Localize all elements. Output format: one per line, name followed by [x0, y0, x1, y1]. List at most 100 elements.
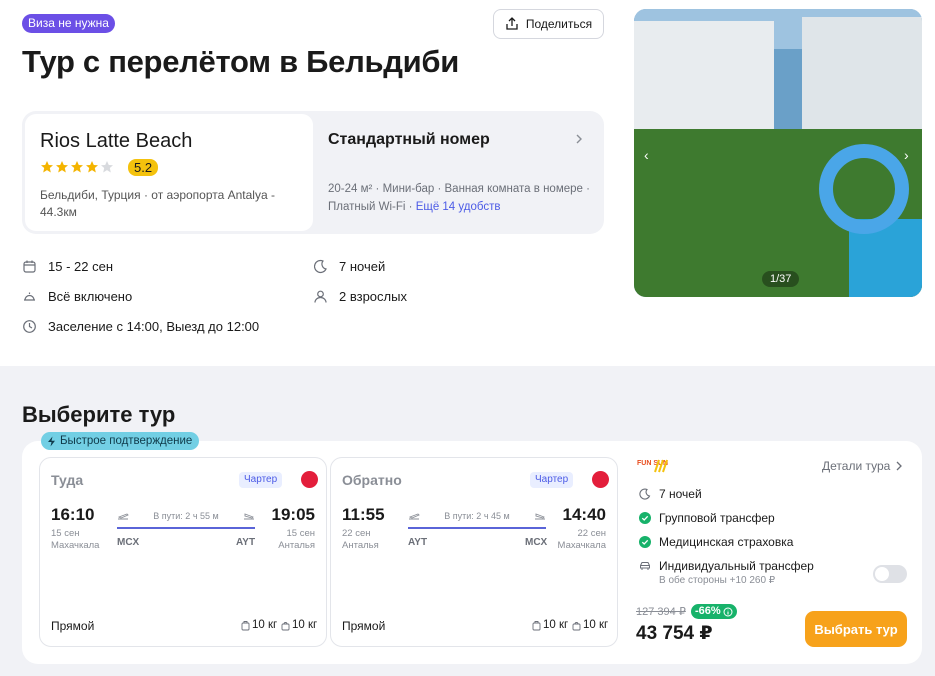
info-icon[interactable]	[723, 607, 733, 617]
suitcase-icon	[532, 620, 541, 630]
tour-details-link[interactable]: Детали тура	[822, 459, 903, 473]
trip-checkin: Заселение с 14:00, Выезд до 12:00	[22, 319, 259, 334]
tour-selection-section: Выберите тур Туда Чартер 16:10 15 сен Ма…	[0, 366, 935, 676]
option-individual-text: Индивидуальный трансфер	[659, 559, 814, 573]
trip-guests-text: 2 взрослых	[339, 289, 407, 304]
baggage-weight: 10 кг	[543, 619, 569, 631]
star-icon	[71, 161, 83, 173]
option-transfer-text: Групповой трансфер	[659, 511, 775, 525]
arrival-code: MCX	[525, 537, 548, 548]
charter-badge[interactable]: Чартер	[530, 472, 574, 488]
arrival-city: Махачкала	[557, 540, 606, 551]
suitcase-icon	[241, 620, 250, 630]
option-individual-content: Индивидуальный трансфер В обе стороны +1…	[659, 559, 814, 586]
gallery-next-button[interactable]: ›	[904, 147, 909, 163]
meal-cloche-icon	[24, 292, 35, 301]
hotel-stars	[40, 160, 114, 174]
hotel-location: Бельдиби, Турция · от аэропорта Antalya …	[40, 188, 275, 219]
rating-badge: 5.2	[128, 159, 159, 176]
tour-operator-logo: FUN SUN	[637, 459, 668, 473]
flight-duration: В пути: 2 ч 55 м	[153, 511, 219, 521]
trip-nights: 7 ночей	[313, 259, 385, 274]
photo-waterslide	[819, 144, 909, 234]
arrival-code: AYT	[236, 537, 256, 548]
baggage-weight: 10 кг	[252, 619, 278, 631]
return-flight: Обратно Чартер 11:55 22 сен Анталья В пу…	[330, 457, 618, 647]
airline-logo	[301, 471, 318, 488]
trip-nights-text: 7 ночей	[339, 259, 386, 274]
flight-duration: В пути: 2 ч 45 м	[444, 511, 510, 521]
star-icon	[56, 161, 68, 173]
star-icon	[41, 161, 53, 173]
departure-time: 16:10	[51, 505, 95, 524]
person-icon	[314, 290, 327, 303]
star-icon	[86, 161, 98, 173]
trip-dates: 15 - 22 сен	[22, 259, 113, 274]
arrival-time: 14:40	[562, 505, 606, 524]
hotel-photo-gallery[interactable]: ‹ › 1/37	[634, 9, 922, 297]
trip-meals-text: Всё включено	[48, 289, 133, 304]
departure-date: 15 сен	[51, 528, 80, 539]
option-nights-text: 7 ночей	[659, 487, 702, 501]
check-circle-icon	[639, 536, 651, 548]
option-transfer: Групповой трансфер	[639, 511, 775, 525]
fast-confirmation-badge: Быстрое подтверждение	[41, 432, 200, 450]
page-title: Тур с перелётом в Бельдиби	[22, 44, 459, 79]
individual-transfer-toggle[interactable]	[873, 565, 907, 583]
clock-icon	[23, 320, 36, 333]
chevron-right-icon	[896, 461, 903, 471]
hand-luggage-weight: 10 кг	[583, 619, 609, 631]
tour-price: 43 754 ₽	[636, 623, 713, 644]
trip-guests: 2 взрослых	[313, 289, 407, 304]
gallery-prev-button[interactable]: ‹	[644, 147, 649, 163]
old-price: 127 394 ₽	[636, 606, 686, 618]
check-circle-icon	[639, 512, 651, 524]
section-title: Выберите тур	[22, 402, 176, 427]
tour-details-label: Детали тура	[822, 459, 891, 473]
fast-confirmation-text: Быстрое подтверждение	[60, 435, 193, 447]
bag-icon	[572, 621, 581, 630]
share-icon	[506, 17, 518, 30]
room-title[interactable]: Стандартный номер	[328, 131, 490, 149]
share-label: Поделиться	[525, 17, 593, 31]
gallery-counter: 1/37	[762, 271, 800, 287]
departure-date: 22 сен	[342, 528, 371, 539]
landing-icon	[535, 513, 545, 520]
visa-badge: Виза не нужна	[22, 14, 115, 33]
share-button[interactable]: Поделиться	[493, 9, 604, 39]
airline-logo	[592, 471, 609, 488]
departure-city: Махачкала	[51, 540, 100, 551]
departure-time: 11:55	[342, 505, 385, 524]
hotel-card[interactable]: Rios Latte Beach 5.2 Бельдиби, Турция · …	[25, 114, 313, 231]
hand-luggage-item: 10 кг	[281, 619, 317, 631]
option-insurance: Медицинская страховка	[639, 535, 793, 549]
arrival-city: Анталья	[278, 540, 315, 551]
charter-badge[interactable]: Чартер	[239, 472, 283, 488]
option-individual-transfer: Индивидуальный трансфер В обе стороны +1…	[639, 559, 814, 586]
lightning-icon	[48, 436, 55, 446]
hand-luggage-item: 10 кг	[572, 619, 608, 631]
hotel-name: Rios Latte Beach	[40, 130, 193, 152]
hotel-room-box: Rios Latte Beach 5.2 Бельдиби, Турция · …	[22, 111, 604, 234]
calendar-icon	[23, 260, 36, 273]
arrival-date: 22 сен	[577, 528, 607, 539]
hotel-header-section: Виза не нужна Поделиться Тур с перелётом…	[0, 0, 935, 366]
choose-tour-button[interactable]: Выбрать тур	[805, 611, 907, 647]
star-empty-icon	[101, 161, 113, 173]
discount-badge: -66%	[691, 604, 737, 619]
hand-luggage-weight: 10 кг	[292, 619, 318, 631]
flight-path-line	[408, 527, 546, 529]
bag-icon	[281, 621, 290, 630]
option-insurance-text: Медицинская страховка	[659, 535, 794, 549]
more-amenities-link[interactable]: Ещё 14 удобств	[416, 201, 501, 213]
departure-code: AYT	[408, 537, 428, 548]
landing-icon	[244, 513, 254, 520]
departure-city: Анталья	[342, 540, 379, 551]
trip-checkin-text: Заселение с 14:00, Выезд до 12:00	[48, 319, 260, 334]
car-icon	[640, 562, 650, 570]
leg-title: Туда	[51, 472, 84, 488]
chevron-right-icon[interactable]	[574, 133, 584, 145]
arrival-date: 15 сен	[286, 528, 316, 539]
toggle-knob	[875, 567, 889, 581]
outbound-flight: Туда Чартер 16:10 15 сен Махачкала В пут…	[39, 457, 327, 647]
